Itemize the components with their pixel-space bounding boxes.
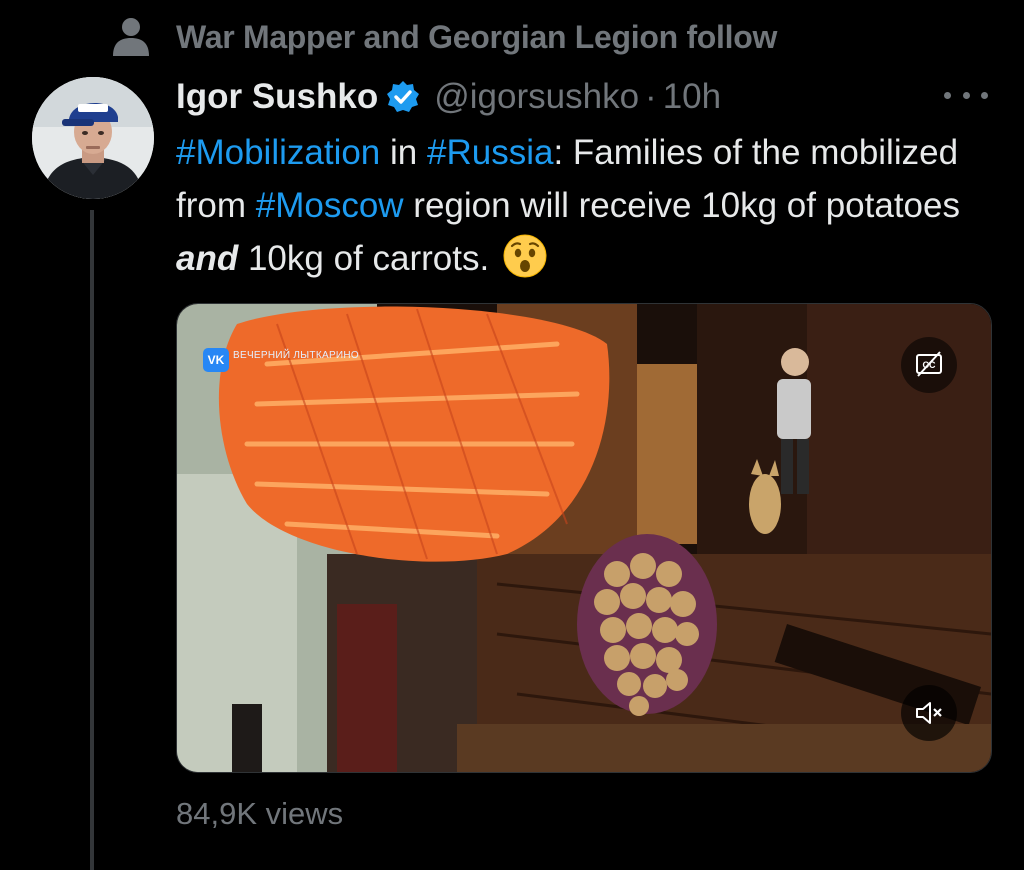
hashtag-mobilization[interactable]: #Mobilization bbox=[176, 133, 380, 172]
closed-captions-icon: CC bbox=[916, 351, 942, 377]
verified-badge-icon bbox=[387, 81, 420, 112]
text-segment: region will receive 10kg of potatoes bbox=[403, 186, 960, 225]
views-count[interactable]: 84,9K views bbox=[176, 796, 343, 832]
captions-button[interactable]: CC bbox=[901, 337, 957, 393]
mute-button[interactable] bbox=[901, 685, 957, 741]
avatar-image bbox=[32, 77, 154, 199]
person-icon bbox=[113, 18, 149, 56]
social-context-text: War Mapper and Georgian Legion follow bbox=[176, 18, 778, 55]
hashtag-russia[interactable]: #Russia bbox=[427, 133, 553, 172]
video-player[interactable]: VK ВЕЧЕРНИЙ ЛЫТКАРИНО CC bbox=[176, 303, 992, 773]
tweet-header: Igor Sushko @igorsushko · 10h bbox=[176, 74, 721, 120]
emphasis-and: and bbox=[176, 239, 239, 278]
video-frame bbox=[177, 304, 991, 772]
astonished-face-emoji-icon bbox=[503, 234, 547, 278]
hashtag-moscow[interactable]: #Moscow bbox=[256, 186, 404, 225]
text-segment: 10kg of carrots. bbox=[238, 239, 490, 278]
tweet-timestamp[interactable]: 10h bbox=[663, 77, 721, 117]
social-context[interactable]: War Mapper and Georgian Legion follow bbox=[110, 14, 777, 60]
thread-line bbox=[90, 210, 94, 870]
author-handle[interactable]: @igorsushko bbox=[434, 77, 639, 117]
author-name[interactable]: Igor Sushko bbox=[176, 77, 378, 117]
text-segment: in bbox=[380, 133, 427, 172]
more-options-icon[interactable] bbox=[944, 80, 988, 110]
volume-muted-icon bbox=[916, 702, 942, 724]
tweet-text: #Mobilization in #Russia: Families of th… bbox=[176, 126, 996, 285]
avatar[interactable] bbox=[32, 77, 154, 199]
separator-dot: · bbox=[645, 77, 657, 116]
watermark-text: ВЕЧЕРНИЙ ЛЫТКАРИНО bbox=[233, 350, 359, 361]
vk-logo: VK bbox=[203, 348, 229, 372]
